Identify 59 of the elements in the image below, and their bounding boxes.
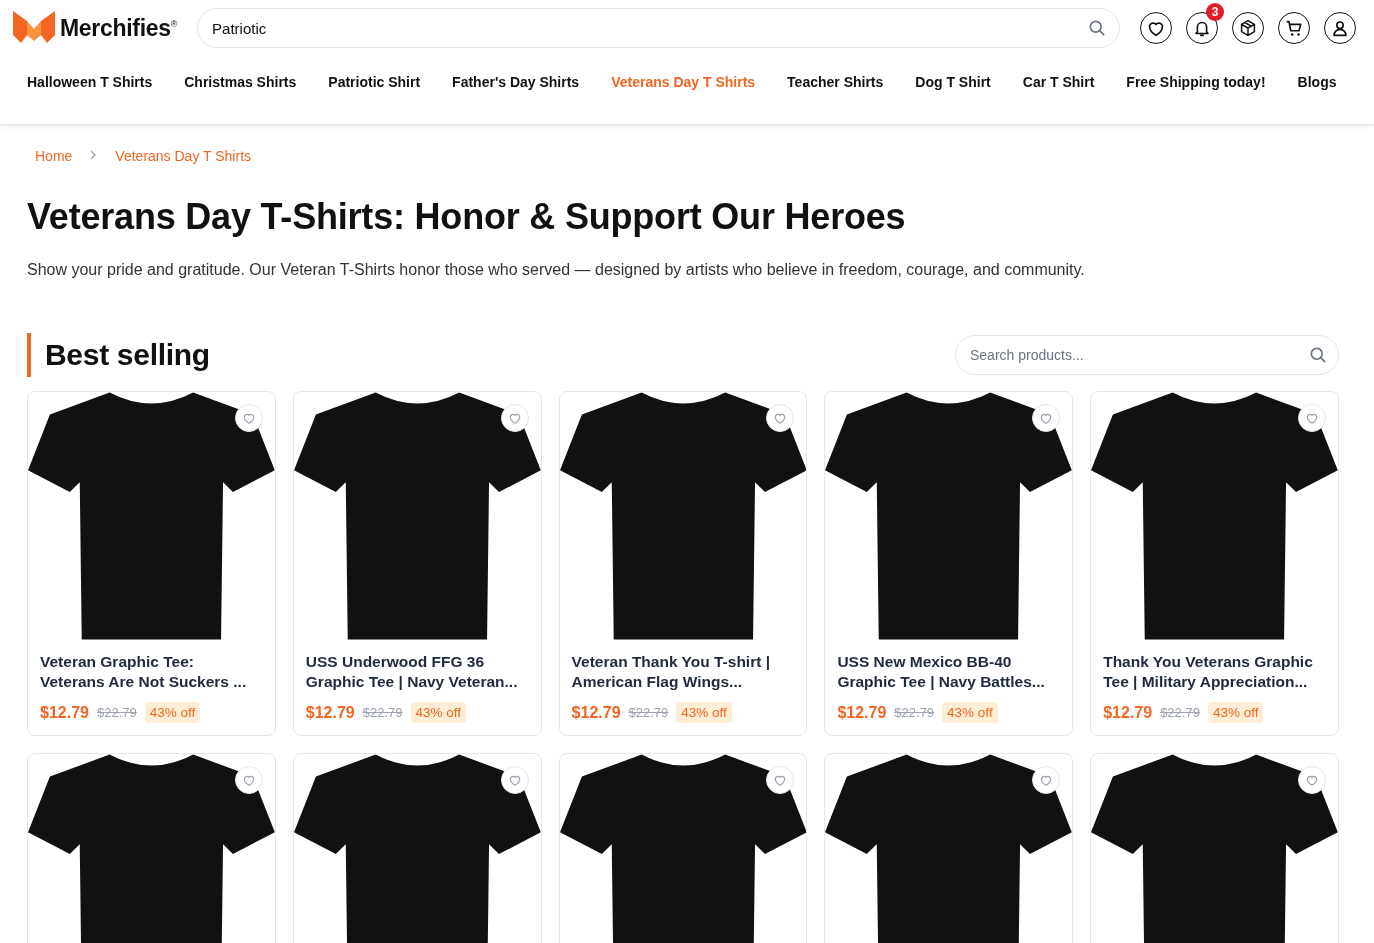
original-price: $22.79 (894, 705, 935, 720)
discount-badge: 43% off (942, 702, 998, 723)
original-price: $22.79 (96, 705, 137, 720)
logo-text[interactable]: Merchifies$^{®}$ (60, 14, 178, 42)
favorite-button[interactable] (766, 766, 795, 794)
orders-button[interactable] (1232, 12, 1264, 44)
search-input[interactable]: Patriotic (210, 18, 1087, 38)
product-title[interactable]: USS New Mexico BB-40 Graphic Tee | Navy Battles... (837, 652, 1061, 692)
tshirt-photo[interactable] (825, 392, 1073, 640)
nav-link[interactable]: Free Shipping today! (1126, 74, 1266, 90)
tshirt-photo[interactable] (1091, 392, 1338, 640)
discount-badge: 43% off (1207, 702, 1264, 723)
account-button[interactable] (1324, 12, 1356, 44)
product-search-input[interactable]: Search products... (968, 346, 1308, 364)
tshirt-photo[interactable] (28, 392, 275, 640)
discount-badge: 43% off (144, 702, 201, 723)
nav-link[interactable]: Teacher Shirts (787, 74, 884, 90)
product-title[interactable]: Thank You Veterans Graphic Tee | Military Appreciation... (1103, 652, 1326, 692)
nav-link[interactable]: Christmas Shirts (184, 74, 297, 90)
favorite-button[interactable] (1298, 404, 1326, 432)
product-title[interactable]: Veteran Thank You T-shirt | American Flag Wings... (571, 652, 795, 692)
favorite-button[interactable] (1032, 404, 1061, 432)
section-heading: Best selling (27, 333, 210, 377)
page-title: Veterans Day T-Shirts: Honor & Support Our Heroes (27, 196, 907, 238)
page-description: Show your pride and gratitude. Our Veteran T-Shirts honor those who served — designed by artists who believe in freedom, courage, and community. (27, 261, 1086, 279)
discount-badge: 43% off (410, 702, 467, 723)
tshirt-photo[interactable] (559, 754, 807, 943)
product-price: $12.79 (305, 703, 355, 722)
nav-link[interactable]: Halloween T Shirts (27, 74, 153, 90)
original-price: $22.79 (1160, 705, 1200, 720)
wishlist-button[interactable] (1140, 12, 1172, 44)
original-price: $22.79 (628, 705, 669, 720)
product-price: $12.79 (571, 703, 621, 722)
product-price: $12.79 (40, 703, 89, 722)
nav-link[interactable]: Father's Day Shirts (452, 74, 580, 90)
favorite-button[interactable] (1298, 766, 1326, 794)
favorite-button[interactable] (1032, 766, 1061, 794)
tshirt-photo[interactable] (825, 754, 1073, 943)
product-title[interactable]: Veteran Graphic Tee: Veterans Are Not Suckers ... (40, 652, 263, 692)
product-title[interactable]: USS Underwood FFG 36 Graphic Tee | Navy Veteran... (305, 652, 529, 692)
search-icon[interactable] (1087, 18, 1107, 38)
tshirt-photo[interactable] (559, 392, 807, 640)
cart-button[interactable] (1278, 12, 1310, 44)
nav-link[interactable]: Patriotic Shirt (328, 74, 421, 90)
search-icon[interactable] (1308, 345, 1328, 365)
nav-link[interactable]: Dog T Shirt (915, 74, 991, 90)
discount-badge: 43% off (676, 702, 732, 723)
chevron-icon (90, 150, 98, 160)
product-price: $12.79 (1103, 703, 1153, 722)
tshirt-photo[interactable] (293, 392, 541, 640)
favorite-button[interactable] (766, 404, 795, 432)
product-price: $12.79 (837, 703, 887, 722)
tshirt-photo[interactable] (1091, 754, 1338, 943)
notification-count: 3 (1206, 3, 1224, 21)
tshirt-photo[interactable] (28, 754, 275, 943)
nav-link[interactable]: Blogs (1297, 74, 1337, 90)
original-price: $22.79 (362, 705, 403, 720)
nav-link[interactable]: Car T Shirt (1022, 74, 1095, 90)
tshirt-photo[interactable] (293, 754, 541, 943)
